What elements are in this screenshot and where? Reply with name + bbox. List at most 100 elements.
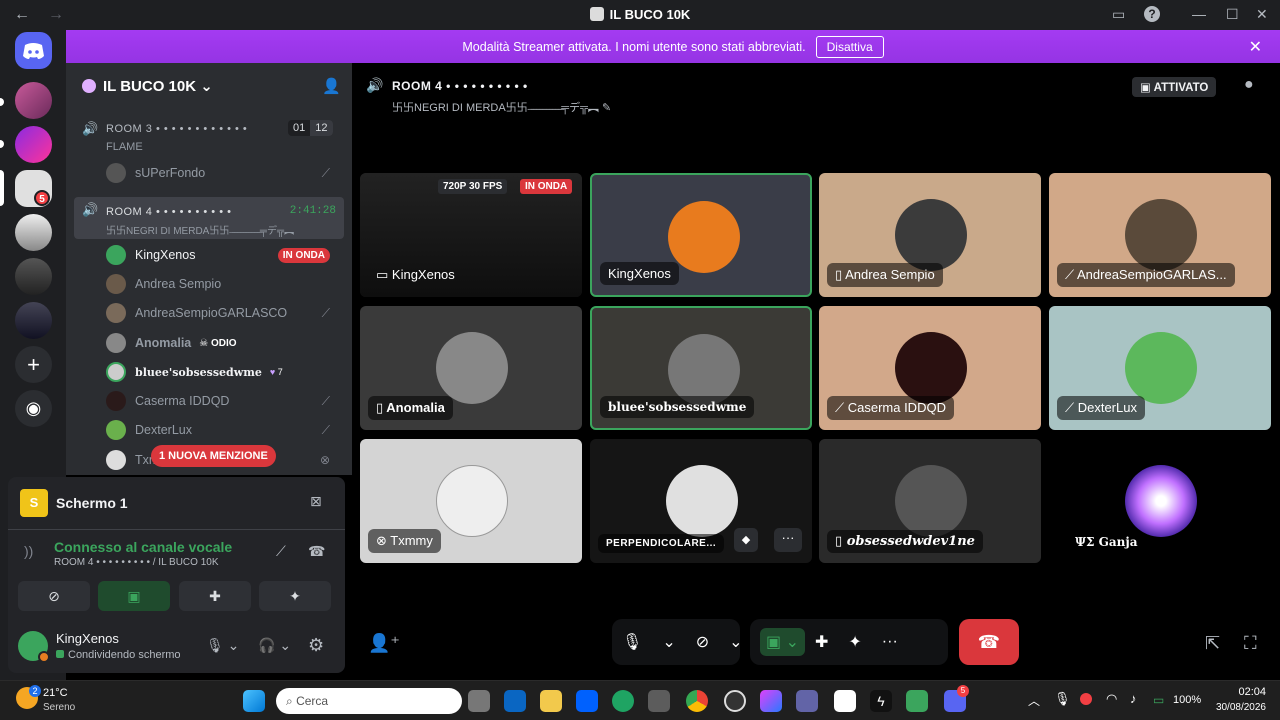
chevron-down-icon[interactable]: ⌄ <box>662 632 675 652</box>
server-icon-1[interactable] <box>15 82 52 119</box>
chat-bubble-icon[interactable]: ● <box>1244 76 1254 94</box>
camera-off-icon[interactable]: ⊘ <box>696 632 709 652</box>
tile-label: bluee'sobsessedwme <box>600 396 755 418</box>
heart-icon: ♥ 7 <box>269 367 283 377</box>
minimize-icon[interactable]: — <box>1192 6 1206 22</box>
task-view-icon[interactable] <box>468 690 490 712</box>
taskbar-search[interactable]: ⌕ Cerca <box>276 688 462 714</box>
help-icon[interactable]: ? <box>1144 6 1160 22</box>
mic-icon[interactable]: 🎙 <box>622 632 642 652</box>
new-mention-pill[interactable]: 1 NUOVA MENZIONE <box>151 445 276 467</box>
dropbox-icon[interactable] <box>576 690 598 712</box>
discord-home-icon[interactable] <box>15 32 52 69</box>
stream-tile[interactable]: 720P 30 FPS IN ONDA ▭ KingXenos <box>360 173 582 297</box>
wifi-icon[interactable]: ◠ <box>1106 691 1117 707</box>
more-options-icon[interactable]: ··· <box>774 528 802 552</box>
screen-share-icon[interactable]: ▣ ⌄ <box>760 628 805 656</box>
chevron-up-icon[interactable]: ︿ <box>1028 692 1040 709</box>
voice-location[interactable]: ROOM 4 • • • • • • • • • / IL BUCO 10K <box>54 557 219 568</box>
disconnect-button[interactable]: ☎ <box>959 619 1019 665</box>
file-explorer-icon[interactable] <box>540 690 562 712</box>
amazon-icon[interactable] <box>834 690 856 712</box>
clock-time[interactable]: 02:04 <box>1210 686 1266 698</box>
headset-icon[interactable]: 🎧 ⌄ <box>258 637 291 654</box>
voice-user[interactable]: AndreaSempioGARLASCO ⟋ <box>106 302 338 324</box>
copilot-icon[interactable] <box>760 690 782 712</box>
voice-user[interactable]: DexterLux ⟋ <box>106 419 338 441</box>
activities-icon[interactable]: ✚ <box>815 632 828 652</box>
voice-user[interactable]: Caserma IDDQD ⟋ <box>106 390 338 412</box>
voice-user[interactable]: bluee'sobsessedwme ♥ 7 <box>106 361 338 383</box>
server-icon-5[interactable] <box>15 258 52 295</box>
voice-user[interactable]: Andrea Sempio <box>106 273 338 295</box>
voice-user[interactable]: sUPerFondo ⟋ <box>106 162 338 184</box>
participant-tile[interactable]: ⊗ Txmmy <box>360 439 582 563</box>
disable-streamer-button[interactable]: Disattiva <box>815 35 884 58</box>
chrome-icon[interactable] <box>686 690 708 712</box>
user-avatar[interactable] <box>18 631 50 663</box>
clock-date[interactable]: 30/08/2026 <box>1200 702 1266 713</box>
start-icon[interactable] <box>243 690 265 712</box>
close-window-icon[interactable]: ✕ <box>1256 6 1268 23</box>
user-name[interactable]: KingXenos <box>56 631 119 646</box>
maximize-icon[interactable]: ☐ <box>1226 6 1239 23</box>
outlook-icon[interactable] <box>504 690 526 712</box>
camera-off-button[interactable]: ⊘ <box>18 581 90 611</box>
game-bar-icon[interactable] <box>906 690 928 712</box>
participant-tile[interactable]: ⟋ DexterLux <box>1049 306 1271 430</box>
voice-channel-room-4[interactable]: 🔊 ROOM 4 • • • • • • • • • • 2:41:28 卐卐N… <box>74 197 344 239</box>
settings-gear-icon[interactable]: ⚙ <box>308 635 324 656</box>
volume-icon[interactable]: ♪ <box>1130 691 1137 706</box>
participant-tile[interactable]: ▯ obsessedwdev1ne <box>819 439 1041 563</box>
store-icon[interactable] <box>648 690 670 712</box>
add-server-icon[interactable]: + <box>15 346 52 383</box>
xbox-app-icon[interactable] <box>724 690 746 712</box>
edge-icon[interactable] <box>612 690 634 712</box>
banner-text: Modalità Streamer attivata. I nomi utent… <box>462 39 806 54</box>
more-icon[interactable]: ··· <box>882 633 898 651</box>
participant-tile[interactable]: ▯ Andrea Sempio <box>819 173 1041 297</box>
voice-user[interactable]: KingXenos IN ONDA <box>106 244 338 266</box>
participant-tile[interactable]: ⟋ AndreaSempioGARLAS... <box>1049 173 1271 297</box>
server-name[interactable]: IL BUCO 10K ⌄ <box>82 77 213 95</box>
tile-label: KingXenos <box>600 262 679 285</box>
signal-icon: )) <box>24 543 34 559</box>
server-icon-4[interactable] <box>15 214 52 251</box>
teams-icon[interactable] <box>796 690 818 712</box>
activated-badge[interactable]: ▣ ATTIVATO <box>1132 77 1217 97</box>
activities-button[interactable]: ✚ <box>179 581 251 611</box>
participant-tile[interactable]: ▯ Anomalia <box>360 306 582 430</box>
discover-icon[interactable]: ◉ <box>15 390 52 427</box>
soundboard-button[interactable]: ✦ <box>259 581 331 611</box>
voice-status[interactable]: Connesso al canale vocale <box>54 539 232 555</box>
battery-icon[interactable]: ▭ <box>1153 693 1164 707</box>
add-member-icon[interactable]: 👤 <box>322 77 341 95</box>
participant-tile[interactable]: KingXenos <box>590 173 812 297</box>
server-icon-2[interactable] <box>15 126 52 163</box>
stop-stream-icon[interactable]: ⊠ <box>310 493 322 510</box>
mic-tray-icon[interactable]: 🎙 <box>1054 691 1071 707</box>
title-bar: ← → IL BUCO 10K ▭ ? — ☐ ✕ <box>0 0 1280 30</box>
invite-user-icon[interactable]: 👤⁺ <box>368 633 400 654</box>
inbox-icon[interactable]: ▭ <box>1112 6 1125 23</box>
close-banner-icon[interactable]: ✕ <box>1249 37 1262 57</box>
participant-tile[interactable]: PERPENDICOLARE... ◆ ··· <box>590 439 812 563</box>
pop-out-icon[interactable]: ⇱ <box>1205 633 1220 654</box>
chevron-down-icon[interactable]: ⌄ <box>729 632 742 652</box>
tile-label: ⟋ AndreaSempioGARLAS... <box>1057 263 1235 287</box>
lightning-app-icon[interactable]: ϟ <box>870 690 892 712</box>
participant-tile[interactable]: bluee'sobsessedwme <box>590 306 812 430</box>
server-icon-6[interactable] <box>15 302 52 339</box>
screen-share-button[interactable]: ▣ <box>98 581 170 611</box>
channel-status[interactable]: 卐卐NEGRI DI MERDA卐卐 ̶ ̶ ̶ ̶ ̶ ̶ ̶ ̶ ̶ ̶ ̶… <box>392 99 611 115</box>
mic-icon[interactable]: 🎙 ⌄ <box>206 637 239 654</box>
soundboard-icon[interactable]: ✦ <box>848 632 861 652</box>
record-icon[interactable] <box>1080 693 1092 705</box>
noise-suppression-icon[interactable]: ⟋ <box>276 543 286 560</box>
participant-tile[interactable]: ⟋ Caserma IDDQD <box>819 306 1041 430</box>
voice-user[interactable]: Anomalia ☠ ODIO <box>106 332 338 354</box>
xbox-icon: ⊗ <box>376 533 391 548</box>
disconnect-icon[interactable]: ☎ <box>308 543 325 560</box>
participant-tile[interactable]: ΨΣ Ganja <box>1049 439 1271 563</box>
fullscreen-icon[interactable]: ⛶ <box>1244 633 1257 654</box>
